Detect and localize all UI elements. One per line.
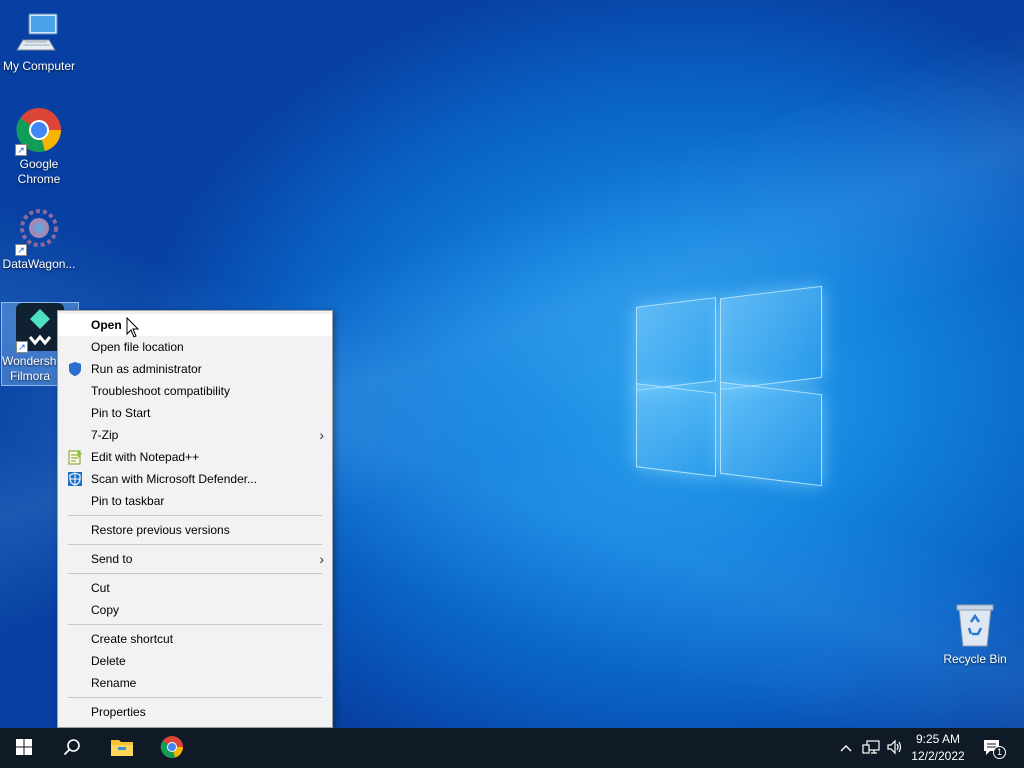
notification-icon: 1 [982, 738, 1006, 759]
menu-item-label: Create shortcut [91, 632, 174, 646]
menu-separator [68, 624, 322, 625]
menu-item-label: Pin to Start [91, 406, 151, 420]
menu-item-send-to[interactable]: Send to › [58, 548, 332, 570]
recycle-bin-icon [951, 602, 999, 648]
menu-item-label: Open [91, 318, 122, 332]
menu-item-label: Scan with Microsoft Defender... [91, 472, 258, 486]
submenu-arrow-icon: › [319, 551, 324, 567]
desktop-icon-label: My Computer [2, 59, 76, 73]
taskbar: 9:25 AM 12/2/2022 1 [0, 728, 1024, 768]
chrome-icon: ↗ [15, 106, 63, 156]
menu-item-label: Cut [91, 581, 110, 595]
recycle-bin-label: Recycle Bin [943, 652, 1007, 666]
context-menu: Open Open file location Run as administr… [57, 310, 333, 728]
desktop-icon-my-computer[interactable]: My Computer [0, 8, 78, 74]
menu-item-label: Edit with Notepad++ [91, 450, 200, 464]
clock-time: 9:25 AM [915, 732, 961, 746]
menu-item-label: Rename [91, 676, 137, 690]
menu-item-create-shortcut[interactable]: Create shortcut [58, 628, 332, 650]
menu-separator [68, 573, 322, 574]
action-center-button[interactable]: 1 [978, 728, 1008, 768]
taskbar-file-explorer[interactable] [98, 728, 146, 768]
menu-item-open[interactable]: Open [58, 314, 332, 336]
menu-item-run-as-administrator[interactable]: Run as administrator [58, 358, 332, 380]
menu-item-label: Restore previous versions [91, 523, 230, 537]
datawagon-icon: ↗ [15, 206, 63, 256]
speaker-icon [886, 739, 904, 758]
menu-item-7-zip[interactable]: 7-Zip › [58, 424, 332, 446]
menu-item-restore-previous-versions[interactable]: Restore previous versions [58, 519, 332, 541]
menu-item-label: Troubleshoot compatibility [91, 384, 230, 398]
defender-icon [67, 471, 83, 487]
shortcut-arrow-icon: ↗ [16, 341, 28, 353]
volume-tray-button[interactable] [884, 728, 906, 768]
submenu-arrow-icon: › [319, 427, 324, 443]
search-button[interactable] [48, 728, 96, 768]
menu-item-cut[interactable]: Cut [58, 577, 332, 599]
menu-item-label: Pin to taskbar [91, 494, 165, 508]
shortcut-arrow-icon: ↗ [15, 144, 27, 156]
shortcut-arrow-icon: ↗ [15, 244, 27, 256]
computer-icon [15, 8, 63, 56]
menu-item-label: 7-Zip [91, 428, 119, 442]
clock-date: 12/2/2022 [911, 749, 965, 763]
file-explorer-icon [110, 737, 134, 760]
desktop-icon-datawagon[interactable]: ↗ DataWagon... [0, 206, 78, 272]
desktop-icon-label: DataWagon... [2, 257, 76, 271]
desktop-icon-google-chrome[interactable]: ↗ Google Chrome [0, 106, 78, 187]
menu-item-copy[interactable]: Copy [58, 599, 332, 621]
desktop-icon-label: Google Chrome [17, 157, 61, 186]
uac-shield-icon [67, 361, 83, 377]
menu-item-pin-to-start[interactable]: Pin to Start [58, 402, 332, 424]
menu-item-label: Run as administrator [91, 362, 202, 376]
menu-item-label: Open file location [91, 340, 184, 354]
network-icon [862, 739, 880, 758]
menu-item-delete[interactable]: Delete [58, 650, 332, 672]
desktop-icon-label: Wondershare Filmora [2, 354, 58, 383]
chevron-up-icon [840, 741, 852, 755]
menu-item-pin-to-taskbar[interactable]: Pin to taskbar [58, 490, 332, 512]
network-tray-button[interactable] [860, 728, 882, 768]
menu-item-edit-with-notepad-plus-plus[interactable]: Edit with Notepad++ [58, 446, 332, 468]
menu-separator [68, 544, 322, 545]
menu-item-label: Copy [91, 603, 120, 617]
menu-item-label: Properties [91, 705, 146, 719]
menu-item-scan-with-microsoft-defender[interactable]: Scan with Microsoft Defender... [58, 468, 332, 490]
desktop-icon-recycle-bin[interactable]: Recycle Bin [938, 602, 1012, 666]
chrome-icon [160, 735, 184, 762]
clock[interactable]: 9:25 AM 12/2/2022 [906, 731, 970, 765]
mouse-pointer-icon [126, 316, 140, 339]
start-button[interactable] [0, 728, 48, 768]
menu-separator [68, 515, 322, 516]
menu-separator [68, 697, 322, 698]
menu-item-label: Send to [91, 552, 133, 566]
windows-start-icon [16, 738, 32, 758]
notepad-plus-plus-icon [67, 449, 83, 465]
show-hidden-icons-button[interactable] [836, 728, 856, 768]
wallpaper-windows-logo [636, 285, 824, 487]
taskbar-google-chrome[interactable] [148, 728, 196, 768]
menu-item-open-file-location[interactable]: Open file location [58, 336, 332, 358]
menu-item-rename[interactable]: Rename [58, 672, 332, 694]
menu-item-properties[interactable]: Properties [58, 701, 332, 723]
search-icon [63, 738, 81, 759]
menu-item-troubleshoot-compatibility[interactable]: Troubleshoot compatibility [58, 380, 332, 402]
menu-item-label: Delete [91, 654, 126, 668]
notification-count-badge: 1 [993, 746, 1006, 759]
